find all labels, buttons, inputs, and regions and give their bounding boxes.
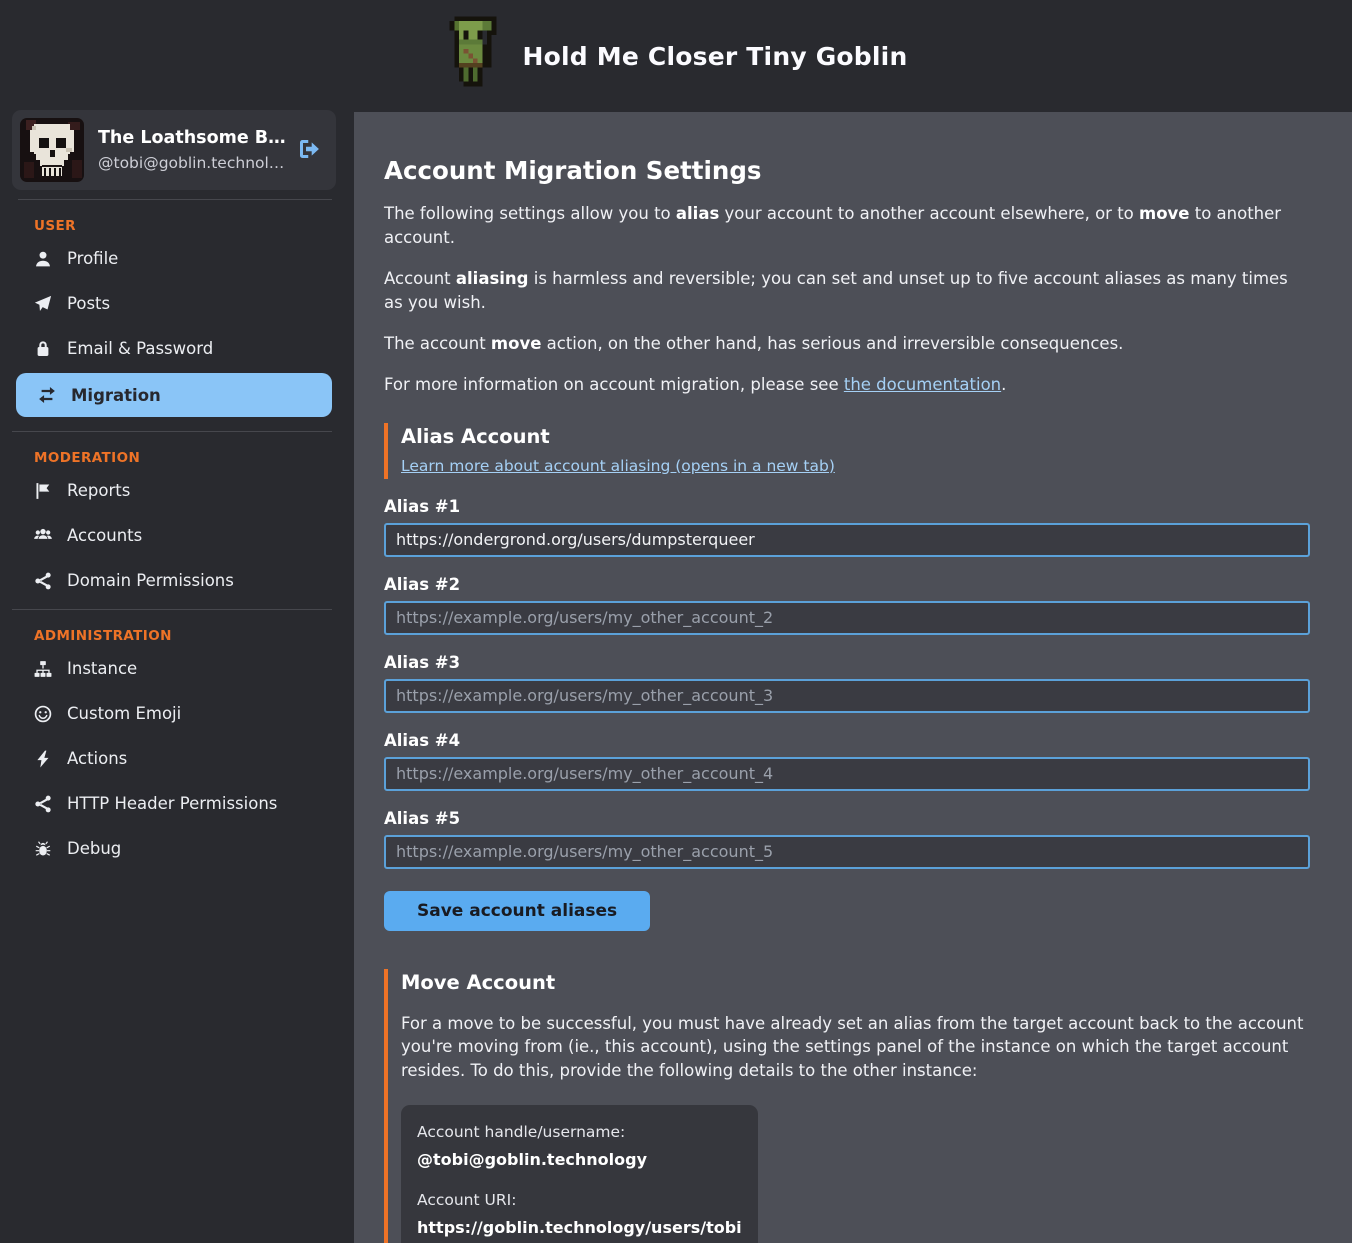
bug-icon xyxy=(34,840,52,858)
field-label: Alias #5 xyxy=(384,809,1310,828)
field-label: Alias #2 xyxy=(384,575,1310,594)
flag-icon xyxy=(34,482,52,500)
intro-paragraph-2: Account aliasing is harmless and reversi… xyxy=(384,267,1310,315)
sidebar-item-label: Actions xyxy=(67,749,127,768)
sidebar-item-email-password[interactable]: Email & Password xyxy=(12,326,332,371)
sidebar-item-label: Custom Emoji xyxy=(67,704,181,723)
sidebar-item-profile[interactable]: Profile xyxy=(12,236,332,281)
main-panel: Account Migration Settings The following… xyxy=(354,112,1352,1243)
instance-title: Hold Me Closer Tiny Goblin xyxy=(523,42,908,71)
nav-section-moderation: MODERATION Reports Accounts Domain Permi… xyxy=(12,432,332,610)
alias-docs-link[interactable]: Learn more about account aliasing (opens… xyxy=(401,457,835,475)
alias-input-4[interactable] xyxy=(384,757,1310,791)
sidebar-item-label: Reports xyxy=(67,481,130,500)
field-label: Alias #3 xyxy=(384,653,1310,672)
alias-field: Alias #4 xyxy=(384,731,1310,791)
sidebar-item-label: Migration xyxy=(71,386,161,405)
nav-section-heading: ADMINISTRATION xyxy=(12,620,332,646)
alias-input-5[interactable] xyxy=(384,835,1310,869)
page-title: Account Migration Settings xyxy=(384,156,1310,185)
bolt-icon xyxy=(34,750,52,768)
nav-section-administration: ADMINISTRATION Instance Custom Emoji Act… xyxy=(12,610,332,877)
sidebar-item-label: Domain Permissions xyxy=(67,571,234,590)
uri-label: Account URI: xyxy=(417,1191,742,1209)
nav-section-heading: MODERATION xyxy=(12,442,332,468)
sidebar-item-label: Email & Password xyxy=(67,339,213,358)
uri-value: https://goblin.technology/users/tobi xyxy=(417,1218,742,1237)
save-aliases-button[interactable]: Save account aliases xyxy=(384,891,650,931)
alias-account-section: Alias Account Learn more about account a… xyxy=(384,423,1310,479)
nav-section-user: USER Profile Posts Email & Password Migr… xyxy=(12,200,332,432)
handle-label: Account handle/username: xyxy=(417,1123,742,1141)
sidebar-item-domain-permissions[interactable]: Domain Permissions xyxy=(12,558,332,603)
app: Hold Me Closer Tiny Goblin xyxy=(0,0,1352,1243)
lock-icon xyxy=(34,340,52,358)
field-label: Alias #1 xyxy=(384,497,1310,516)
sidebar-item-instance[interactable]: Instance xyxy=(12,646,332,691)
sidebar-item-label: Accounts xyxy=(67,526,142,545)
move-paragraph: For a move to be successful, you must ha… xyxy=(401,1012,1306,1084)
users-icon xyxy=(34,527,52,545)
alias-field: Alias #1 xyxy=(384,497,1310,557)
nav-section-heading: USER xyxy=(12,210,332,236)
alias-section-title: Alias Account xyxy=(401,425,1310,448)
sidebar: The Loathsome B… @tobi@goblin.technol… U… xyxy=(0,112,336,877)
intro-paragraph-1: The following settings allow you to alia… xyxy=(384,202,1310,250)
share-nodes-icon xyxy=(34,795,52,813)
sidebar-item-http-header-permissions[interactable]: HTTP Header Permissions xyxy=(12,781,332,826)
move-section-title: Move Account xyxy=(401,971,1310,994)
sidebar-item-label: Instance xyxy=(67,659,137,678)
app-header: Hold Me Closer Tiny Goblin xyxy=(0,0,1352,112)
user-display-name: The Loathsome B… xyxy=(98,128,288,148)
alias-field: Alias #2 xyxy=(384,575,1310,635)
inline-doc-link[interactable]: the documentation xyxy=(844,375,1001,394)
intro-paragraph-3: The account move action, on the other ha… xyxy=(384,332,1310,356)
sidebar-nav: USER Profile Posts Email & Password Migr… xyxy=(12,200,336,877)
sitemap-icon xyxy=(34,660,52,678)
account-details-box: Account handle/username: @tobi@goblin.te… xyxy=(401,1105,758,1243)
sidebar-item-migration[interactable]: Migration xyxy=(16,373,332,417)
user-handle: @tobi@goblin.technol… xyxy=(98,154,288,172)
move-account-section: Move Account For a move to be successful… xyxy=(384,969,1310,1243)
alias-field: Alias #3 xyxy=(384,653,1310,713)
logout-icon xyxy=(297,149,321,164)
user-icon xyxy=(34,250,52,268)
share-nodes-icon xyxy=(34,572,52,590)
sidebar-item-actions[interactable]: Actions xyxy=(12,736,332,781)
sidebar-item-reports[interactable]: Reports xyxy=(12,468,332,513)
sidebar-item-label: Debug xyxy=(67,839,121,858)
sidebar-item-accounts[interactable]: Accounts xyxy=(12,513,332,558)
sidebar-item-custom-emoji[interactable]: Custom Emoji xyxy=(12,691,332,736)
paper-plane-icon xyxy=(34,295,52,313)
sidebar-item-debug[interactable]: Debug xyxy=(12,826,332,871)
alias-field: Alias #5 xyxy=(384,809,1310,869)
user-card: The Loathsome B… @tobi@goblin.technol… xyxy=(12,110,336,190)
alias-input-1[interactable] xyxy=(384,523,1310,557)
field-label: Alias #4 xyxy=(384,731,1310,750)
alias-input-2[interactable] xyxy=(384,601,1310,635)
intro-paragraph-4: For more information on account migratio… xyxy=(384,373,1310,397)
alias-input-3[interactable] xyxy=(384,679,1310,713)
alias-form: Alias #1 Alias #2 Alias #3 Alias #4 Alia… xyxy=(384,497,1310,869)
user-avatar xyxy=(20,118,84,182)
sidebar-item-label: Profile xyxy=(67,249,118,268)
transfer-arrows-icon xyxy=(38,386,56,404)
handle-value: @tobi@goblin.technology xyxy=(417,1150,742,1169)
intro-paragraphs: The following settings allow you to alia… xyxy=(384,202,1310,397)
sidebar-item-label: Posts xyxy=(67,294,110,313)
logout-button[interactable] xyxy=(294,135,324,165)
smiley-icon xyxy=(34,705,52,723)
sidebar-item-posts[interactable]: Posts xyxy=(12,281,332,326)
goblin-logo xyxy=(445,14,501,98)
sidebar-item-label: HTTP Header Permissions xyxy=(67,794,277,813)
